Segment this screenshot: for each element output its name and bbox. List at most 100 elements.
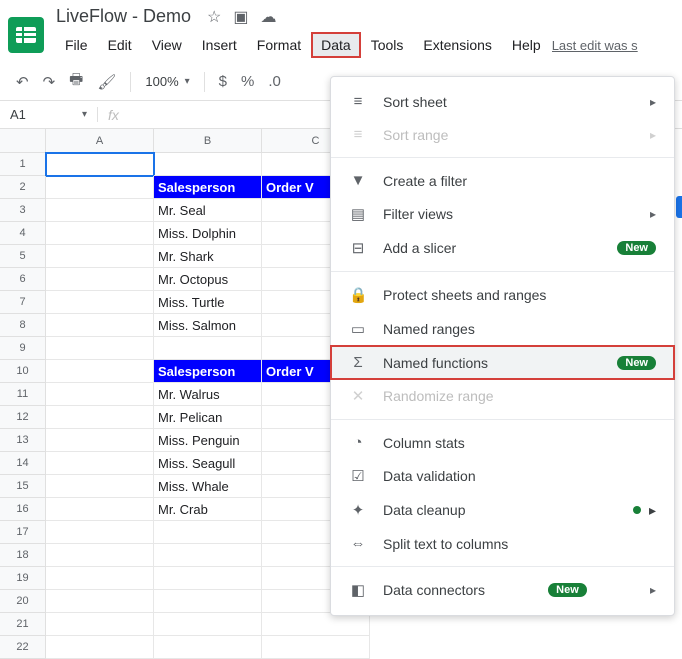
cell[interactable] (46, 291, 154, 314)
cell[interactable] (46, 475, 154, 498)
cell[interactable] (46, 590, 154, 613)
cell[interactable] (46, 498, 154, 521)
star-icon[interactable]: ☆ (207, 7, 221, 27)
row-header[interactable]: 15 (0, 475, 46, 498)
cell[interactable] (46, 452, 154, 475)
row-header[interactable]: 20 (0, 590, 46, 613)
paint-format-icon[interactable]: 🖌 (97, 73, 116, 91)
cell[interactable] (46, 406, 154, 429)
cell[interactable] (46, 567, 154, 590)
menu-item-filter-views[interactable]: ▤Filter views▸ (331, 197, 674, 231)
menu-item-protect-sheets-and-ranges[interactable]: 🔒Protect sheets and ranges (331, 278, 674, 312)
menu-edit[interactable]: Edit (99, 33, 141, 57)
cell[interactable]: Miss. Seagull (154, 452, 262, 475)
cell[interactable] (154, 521, 262, 544)
row-header[interactable]: 22 (0, 636, 46, 659)
cell[interactable]: Mr. Octopus (154, 268, 262, 291)
row-header[interactable]: 18 (0, 544, 46, 567)
cell[interactable]: Miss. Salmon (154, 314, 262, 337)
cell[interactable] (154, 337, 262, 360)
menu-tools[interactable]: Tools (362, 33, 413, 57)
cell[interactable] (46, 314, 154, 337)
move-icon[interactable]: ▣ (233, 7, 248, 27)
row-header[interactable]: 3 (0, 199, 46, 222)
row-header[interactable]: 10 (0, 360, 46, 383)
row-header[interactable]: 4 (0, 222, 46, 245)
cell[interactable]: Miss. Turtle (154, 291, 262, 314)
cell[interactable] (46, 153, 154, 176)
row-header[interactable]: 1 (0, 153, 46, 176)
cell[interactable] (154, 544, 262, 567)
row-header[interactable]: 21 (0, 613, 46, 636)
row-header[interactable]: 17 (0, 521, 46, 544)
cell[interactable] (46, 337, 154, 360)
format-currency-icon[interactable]: $ (219, 73, 227, 90)
cell[interactable] (154, 613, 262, 636)
menu-item-add-a-slicer[interactable]: ⊟Add a slicerNew (331, 231, 674, 265)
row-header[interactable]: 13 (0, 429, 46, 452)
cell[interactable] (46, 360, 154, 383)
menu-help[interactable]: Help (503, 33, 550, 57)
row-header[interactable]: 6 (0, 268, 46, 291)
cell[interactable] (154, 567, 262, 590)
decrease-decimal-icon[interactable]: .0 (268, 73, 281, 90)
format-percent-icon[interactable]: % (241, 73, 254, 90)
document-title[interactable]: LiveFlow - Demo (56, 6, 197, 27)
row-header[interactable]: 8 (0, 314, 46, 337)
menu-item-data-cleanup[interactable]: ✦Data cleanup▸ (331, 493, 674, 527)
menu-item-sort-sheet[interactable]: ≡Sort sheet▸ (331, 85, 674, 118)
menu-item-data-validation[interactable]: ☑Data validation (331, 459, 674, 493)
cell[interactable]: Mr. Pelican (154, 406, 262, 429)
row-header[interactable]: 5 (0, 245, 46, 268)
row-header[interactable]: 11 (0, 383, 46, 406)
cell[interactable] (46, 544, 154, 567)
cell[interactable] (46, 199, 154, 222)
row-header[interactable]: 7 (0, 291, 46, 314)
cell[interactable] (154, 590, 262, 613)
cell[interactable]: Mr. Shark (154, 245, 262, 268)
column-header[interactable]: B (154, 129, 262, 153)
row-header[interactable]: 9 (0, 337, 46, 360)
cell[interactable] (46, 245, 154, 268)
cell[interactable] (262, 636, 370, 659)
cell[interactable] (46, 429, 154, 452)
row-header[interactable]: 12 (0, 406, 46, 429)
menu-item-split-text-to-columns[interactable]: ⇔Split text to columns (331, 527, 674, 560)
menu-insert[interactable]: Insert (193, 33, 246, 57)
cell[interactable]: Salesperson (154, 176, 262, 199)
undo-icon[interactable]: ↶ (16, 73, 29, 91)
cell[interactable] (46, 383, 154, 406)
cell[interactable] (154, 636, 262, 659)
menu-file[interactable]: File (56, 33, 97, 57)
cell[interactable]: Salesperson (154, 360, 262, 383)
column-header[interactable]: A (46, 129, 154, 153)
side-panel-tab[interactable] (676, 196, 682, 218)
menu-item-create-a-filter[interactable]: ▼Create a filter (331, 164, 674, 197)
menu-view[interactable]: View (143, 33, 191, 57)
row-header[interactable]: 14 (0, 452, 46, 475)
select-all-corner[interactable] (0, 129, 46, 153)
zoom-selector[interactable]: 100%▾ (145, 74, 189, 89)
menu-item-named-functions[interactable]: ΣNamed functionsNew (331, 346, 674, 379)
cell[interactable] (46, 521, 154, 544)
cell[interactable]: Miss. Penguin (154, 429, 262, 452)
cell[interactable] (262, 613, 370, 636)
menu-format[interactable]: Format (248, 33, 310, 57)
menu-item-column-stats[interactable]: ◔Column stats (331, 426, 674, 459)
cell[interactable]: Mr. Walrus (154, 383, 262, 406)
cell[interactable] (46, 176, 154, 199)
cell[interactable] (154, 153, 262, 176)
cell[interactable] (46, 636, 154, 659)
row-header[interactable]: 16 (0, 498, 46, 521)
last-edit-link[interactable]: Last edit was s (552, 38, 642, 53)
redo-icon[interactable]: ↷ (43, 73, 56, 91)
print-icon[interactable]: 🖶 (69, 69, 83, 94)
row-header[interactable]: 2 (0, 176, 46, 199)
menu-data[interactable]: Data (312, 33, 360, 57)
cell[interactable] (46, 222, 154, 245)
cell[interactable]: Mr. Seal (154, 199, 262, 222)
cell[interactable] (46, 268, 154, 291)
sheets-logo[interactable] (8, 17, 44, 53)
cell[interactable]: Miss. Whale (154, 475, 262, 498)
name-box[interactable]: A1▾ (0, 107, 98, 122)
